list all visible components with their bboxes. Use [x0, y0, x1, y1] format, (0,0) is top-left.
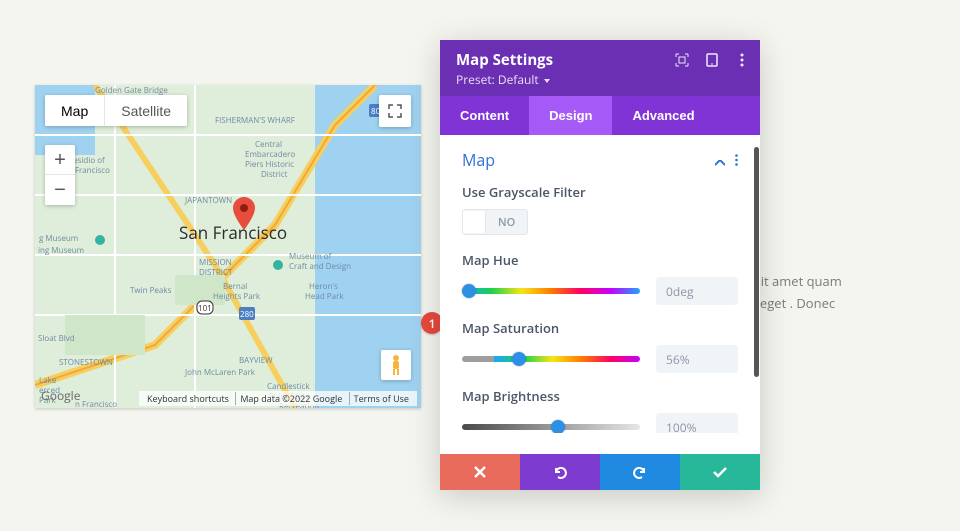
grayscale-label: Use Grayscale Filter — [462, 183, 738, 201]
toggle-value: NO — [486, 215, 527, 230]
fullscreen-icon — [388, 104, 402, 118]
map-canvas: Golden Gate Bridge FISHERMAN'S WHARF Cen… — [35, 85, 421, 408]
footer-shortcuts[interactable]: Keyboard shortcuts — [143, 392, 233, 405]
hue-thumb[interactable] — [462, 284, 476, 298]
hue-value[interactable]: 0deg — [656, 277, 738, 305]
svg-text:Twin Peaks: Twin Peaks — [130, 285, 172, 296]
svg-text:JAPANTOWN: JAPANTOWN — [184, 195, 232, 206]
pegman-button[interactable] — [381, 350, 411, 380]
svg-text:John McLaren Park: John McLaren Park — [184, 367, 256, 378]
marker-icon — [232, 197, 256, 231]
cancel-button[interactable] — [440, 454, 520, 490]
brightness-label: Map Brightness — [462, 387, 738, 405]
svg-text:ing Museum: ing Museum — [38, 245, 84, 256]
hover-icon[interactable] — [674, 52, 690, 68]
zoom-control: + − — [45, 145, 75, 205]
google-logo: Google — [41, 387, 80, 404]
svg-text:BAYVIEW: BAYVIEW — [239, 355, 273, 366]
svg-text:Heights Park: Heights Park — [213, 291, 261, 302]
zoom-in-button[interactable]: + — [45, 145, 75, 175]
map-marker[interactable] — [232, 197, 256, 231]
saturation-slider[interactable] — [462, 356, 640, 362]
panel-scrollbar[interactable] — [754, 147, 759, 377]
preset-dropdown[interactable]: Preset: Default — [456, 71, 744, 88]
redo-icon — [632, 465, 648, 479]
check-icon — [712, 466, 728, 478]
save-button[interactable] — [680, 454, 760, 490]
tab-content[interactable]: Content — [440, 96, 529, 135]
footer-terms[interactable]: Terms of Use — [349, 392, 413, 405]
svg-text:n Francisco: n Francisco — [75, 399, 117, 408]
brightness-thumb[interactable] — [551, 420, 565, 433]
saturation-value[interactable]: 56% — [656, 345, 738, 373]
brightness-slider-row: 100% — [462, 413, 738, 433]
brightness-slider[interactable] — [462, 424, 640, 430]
panel-footer — [440, 454, 760, 490]
svg-text:FISHERMAN'S WHARF: FISHERMAN'S WHARF — [215, 115, 295, 126]
tab-advanced[interactable]: Advanced — [612, 96, 714, 135]
svg-text:District: District — [261, 169, 288, 180]
section-menu-icon[interactable] — [735, 149, 738, 171]
map-footer: Keyboard shortcuts Map data ©2022 Google… — [139, 391, 417, 406]
svg-text:Head Park: Head Park — [305, 291, 344, 302]
map-type-control: Map Satellite — [45, 95, 187, 126]
saturation-slider-row: 56% — [462, 345, 738, 373]
pegman-icon — [388, 354, 404, 376]
footer-attribution: Map data ©2022 Google — [235, 392, 346, 405]
svg-text:Sloat Blvd: Sloat Blvd — [38, 333, 75, 344]
saturation-label: Map Saturation — [462, 319, 738, 337]
brightness-value[interactable]: 100% — [656, 413, 738, 433]
zoom-out-button[interactable]: − — [45, 175, 75, 205]
panel-body: Map Use Grayscale Filter NO Map Hue 0deg… — [440, 135, 760, 433]
svg-text:101: 101 — [198, 303, 212, 314]
close-icon — [473, 465, 487, 479]
map-preview[interactable]: Golden Gate Bridge FISHERMAN'S WHARF Cen… — [35, 85, 421, 408]
redo-button[interactable] — [600, 454, 680, 490]
hue-slider-row: 0deg — [462, 277, 738, 305]
panel-header: Map Settings Preset: Default — [440, 40, 760, 96]
map-type-satellite[interactable]: Satellite — [104, 95, 187, 126]
section-collapse-icon[interactable] — [715, 149, 725, 171]
hue-label: Map Hue — [462, 251, 738, 269]
grayscale-toggle[interactable]: NO — [462, 209, 528, 235]
undo-icon — [552, 465, 568, 479]
fullscreen-button[interactable] — [379, 95, 411, 127]
svg-text:DISTRICT: DISTRICT — [199, 267, 233, 278]
svg-text:STONESTOWN: STONESTOWN — [59, 357, 113, 368]
hue-slider[interactable] — [462, 288, 640, 294]
map-type-map[interactable]: Map — [45, 95, 104, 126]
settings-panel: Map Settings Preset: Default Content Des… — [440, 40, 760, 490]
menu-icon[interactable] — [734, 52, 750, 68]
responsive-icon[interactable] — [704, 52, 720, 68]
toggle-knob — [463, 211, 486, 233]
tab-design[interactable]: Design — [529, 96, 612, 135]
section-title[interactable]: Map — [462, 149, 495, 171]
svg-text:g Museum: g Museum — [39, 233, 78, 244]
saturation-thumb[interactable] — [512, 352, 526, 366]
svg-text:Craft and Design: Craft and Design — [289, 261, 351, 272]
svg-text:280: 280 — [240, 309, 254, 320]
panel-tabs: Content Design Advanced — [440, 96, 760, 135]
undo-button[interactable] — [520, 454, 600, 490]
